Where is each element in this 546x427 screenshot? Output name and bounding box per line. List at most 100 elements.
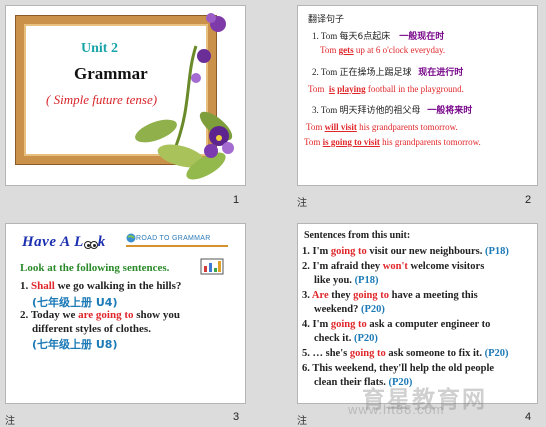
example-1: 1. Shall we go walking in the hills? [20, 280, 181, 292]
text-b: they [331, 290, 351, 301]
item-number: 1. [20, 280, 29, 292]
subject: Tom [308, 84, 325, 94]
rest-text: we go walking in the hills? [57, 280, 182, 292]
text-a: I'm [312, 246, 329, 257]
page-ref: (P20) [353, 333, 378, 344]
sentence-3: 3. Are they going to have a meeting this [302, 290, 478, 301]
item-number: 5. [302, 348, 310, 359]
sentence-2-en: Tom is playing football in the playgroun… [308, 84, 464, 94]
sentence-1: 1. I'm going to visit our new neighbours… [302, 246, 509, 257]
sentence-4: 4. I'm going to ask a computer engineer … [302, 319, 490, 330]
verb-highlight: playing [337, 84, 366, 94]
tense-tag: 一般现在时 [399, 32, 445, 42]
slide-title: Grammar [74, 64, 148, 83]
example-1-ref: (七年级上册 U4) [32, 294, 117, 310]
example-2-ref: (七年级上册 U8) [32, 336, 117, 352]
sentence-3-en-going: Tom is going to visit his grandparents t… [304, 137, 481, 147]
title-text-end: k [97, 234, 106, 250]
subject: Tom [306, 122, 323, 132]
rest-text: his grandparents tomorrow. [359, 122, 458, 132]
page-ref: (P18) [354, 275, 379, 286]
item-number: 1. [302, 246, 310, 257]
slide-number-4: 4 [525, 411, 532, 423]
tense-tag: 一般将来时 [427, 106, 473, 116]
text-c: check it. [314, 333, 352, 344]
keyword-highlight: Shall [31, 280, 55, 292]
page-ref: (P20) [360, 304, 385, 315]
unit-label: Unit 2 [81, 41, 118, 56]
slide-number-1: 1 [233, 194, 240, 206]
have-a-look-title: Have A L k [22, 234, 106, 251]
eyes-icon [83, 238, 98, 249]
item-number: 3. [302, 290, 310, 301]
verb-highlight: is going to visit [322, 137, 380, 147]
text-b: show you [136, 309, 180, 321]
zh-text: 每天6点起床 [339, 32, 391, 42]
rest-text: up at 6 o'clock everyday. [355, 45, 446, 55]
sentence-6: 6. This weekend, they'll help the old pe… [302, 363, 494, 374]
sentence-2: 2. I'm afraid they won't welcome visitor… [302, 261, 484, 272]
keyword-highlight: are going to [78, 309, 134, 321]
keyword-highlight: going to [353, 290, 390, 301]
slide-number-3: 3 [233, 411, 240, 423]
subject: Tom [320, 45, 337, 55]
item-number: 4. [302, 319, 310, 330]
slide-heading: Sentences from this unit: [304, 230, 411, 241]
item-number: 3. Tom [312, 105, 338, 115]
badge-underline [126, 245, 228, 247]
slide-thumbnail-2[interactable]: 翻译句子 1. Tom 每天6点起床 一般现在时 Tom gets up at … [297, 5, 538, 186]
globe-icon [126, 233, 136, 243]
text-a: I'm [312, 319, 329, 330]
text-c: like you. [314, 275, 352, 286]
sentence-5: 5. … she's going to ask someone to fix i… [302, 348, 509, 359]
reference-text: (七年级上册 U8) [32, 338, 118, 351]
road-to-grammar-badge: ROAD TO GRAMMAR [136, 235, 211, 242]
sentence-4-cont: check it. (P20) [314, 333, 378, 344]
item-number: 6. [302, 363, 310, 374]
zh-text: 明天拜访他的祖父母 [339, 106, 421, 116]
sentence-1-zh: 1. Tom 每天6点起床 一般现在时 [312, 29, 444, 42]
example-2-cont: different styles of clothes. [32, 323, 151, 335]
slide-subtitle: ( Simple future tense) [46, 92, 158, 107]
text-c: have a meeting this [391, 290, 478, 301]
sentence-1-en: Tom gets up at 6 o'clock everyday. [320, 45, 445, 55]
sentence-3-zh: 3. Tom 明天拜访他的祖父母 一般将来时 [312, 103, 472, 116]
verb-highlight: is [328, 84, 335, 94]
reference-text: (七年级上册 U4) [32, 296, 118, 309]
verb-highlight: gets [338, 45, 354, 55]
sentence-3-en-will: Tom will visit his grandparents tomorrow… [306, 122, 458, 132]
watermark-url: www.ht88.com [348, 402, 445, 417]
text-b: ask someone to fix it. [388, 348, 482, 359]
slide-thumbnail-3[interactable]: Have A L k ROAD TO GRAMMAR Look at the f… [5, 223, 246, 404]
text-a: This weekend, they'll help the old peopl… [312, 363, 495, 374]
keyword-highlight: Are [311, 290, 329, 301]
slide-thumbnail-1[interactable]: Unit 2 Grammar ( Simple future tense) [5, 5, 246, 186]
comment-icon[interactable]: 注 [297, 194, 307, 209]
page-ref: (P18) [485, 246, 509, 257]
zh-text: 正在操场上踢足球 [339, 68, 412, 78]
title-text: Have A L [22, 234, 84, 250]
keyword-highlight: going to [330, 319, 367, 330]
sentence-2-zh: 2. Tom 正在操场上踢足球 现在进行时 [312, 65, 463, 78]
slide-thumbnail-4[interactable]: Sentences from this unit: 1. I'm going t… [297, 223, 538, 404]
keyword-highlight: going to [349, 348, 386, 359]
example-2: 2. Today we are going to show you [20, 309, 180, 321]
sentence-3-cont: weekend? (P20) [314, 304, 385, 315]
instruction-text: Look at the following sentences. [20, 262, 170, 274]
page-ref: (P20) [484, 348, 509, 359]
slide-heading: 翻译句子 [308, 15, 345, 25]
keyword-highlight: going to [330, 246, 367, 257]
text-b: visit our new neighbours. [369, 246, 483, 257]
item-number: 2. Tom [312, 67, 338, 77]
subject: Tom [304, 137, 321, 147]
sentence-2-cont: like you. (P18) [314, 275, 378, 286]
comment-icon[interactable]: 注 [297, 412, 307, 427]
text-a: I'm afraid they [312, 261, 381, 272]
item-number: 1. Tom [312, 31, 338, 41]
slide-number-2: 2 [525, 194, 532, 206]
text-a: … she's [312, 348, 348, 359]
chart-board-icon [200, 258, 224, 275]
rest-text: football in the playground. [367, 84, 464, 94]
comment-icon[interactable]: 注 [5, 412, 15, 427]
text-d: weekend? [314, 304, 359, 315]
